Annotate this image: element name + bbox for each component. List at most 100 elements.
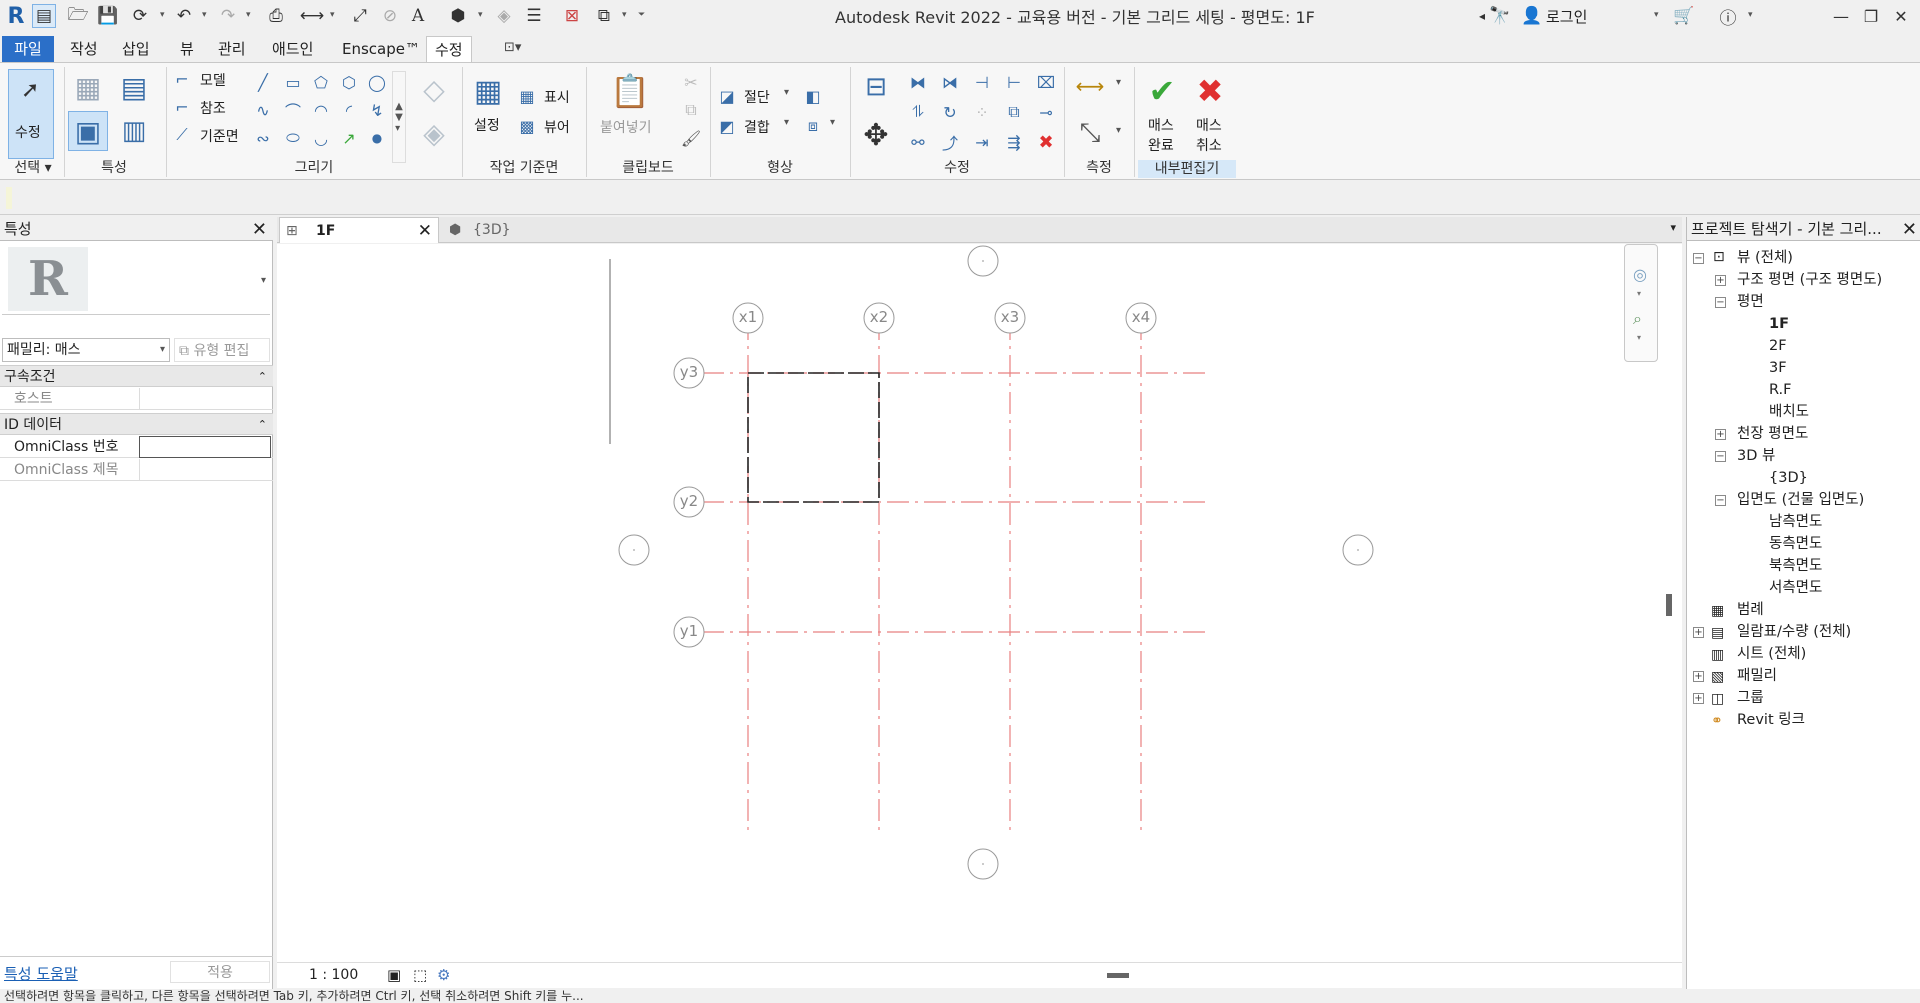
properties-close-icon[interactable]: ✕ (252, 218, 267, 242)
dimension-icon[interactable]: ⤡ (1070, 113, 1110, 153)
switch-windows-icon[interactable]: ⧉ (592, 4, 616, 28)
grid-label-y3[interactable]: y3 (676, 363, 702, 381)
tab-manage[interactable]: 관리 (210, 36, 254, 62)
tree-floor-plans[interactable]: 평면 (1737, 291, 1764, 313)
tab-create[interactable]: 작성 (62, 36, 106, 62)
finish-mass-icon[interactable]: ✔ (1142, 72, 1182, 110)
tree-expander[interactable]: + (1693, 693, 1704, 704)
finish-mass-label-2[interactable]: 완료 (1148, 135, 1174, 155)
tree-plan-2f[interactable]: 2F (1769, 335, 1787, 357)
tree-expander[interactable]: + (1693, 627, 1704, 638)
login-dropdown-icon[interactable]: ▾ (1654, 10, 1659, 20)
edit-type-button[interactable]: ⧉ 유형 편집 (174, 338, 270, 362)
tree-legends[interactable]: 범례 (1737, 599, 1764, 621)
tree-elev-north[interactable]: 북측면도 (1769, 555, 1822, 577)
tree-plan-1f[interactable]: 1F (1769, 313, 1789, 335)
cut-icon[interactable]: ✂ (680, 71, 702, 93)
tree-plan-rf[interactable]: R.F (1769, 379, 1792, 401)
minimize-icon[interactable]: — (1826, 4, 1856, 28)
open-icon[interactable]: 🗁 (66, 4, 90, 28)
wall-joins-dropdown-icon[interactable]: ▾ (830, 117, 835, 128)
collapse-icon[interactable]: ⌃ (258, 414, 267, 436)
user-icon[interactable]: 👤 (1520, 4, 1544, 28)
text-icon[interactable]: A (406, 4, 430, 28)
panel-select-label[interactable]: 선택 ▾ (4, 158, 62, 178)
join-geometry-dropdown-icon[interactable]: ▾ (784, 117, 789, 128)
align-icon[interactable]: ⊟ (856, 69, 896, 105)
help-icon[interactable]: ⓘ (1716, 4, 1740, 29)
redo-icon[interactable]: ↷ (216, 4, 240, 28)
scale-icon[interactable]: ⧉ (1002, 101, 1026, 123)
tree-groups[interactable]: 그룹 (1737, 687, 1764, 709)
tab-enscape[interactable]: Enscape™ (334, 36, 428, 62)
pin-icon[interactable]: ⊸ (1034, 101, 1058, 123)
qat-customize-icon[interactable]: ⏷ (638, 10, 645, 20)
tree-structural-plans[interactable]: 구조 평면 (구조 평면도) (1737, 269, 1882, 291)
tree-ceiling-plans[interactable]: 천장 평면도 (1737, 423, 1808, 445)
view-scale[interactable]: 1 : 100 (309, 967, 358, 983)
tree-sheets[interactable]: 시트 (전체) (1737, 643, 1806, 665)
offset-icon[interactable]: ⥮ (906, 101, 930, 123)
family-filter-select[interactable]: 패밀리: 매스 ▾ (2, 338, 170, 362)
tree-expander[interactable]: − (1715, 297, 1726, 308)
3d-view-icon[interactable]: ⬢ (446, 4, 470, 28)
binoculars-icon[interactable]: 🔭 (1488, 4, 1512, 28)
measure-icon[interactable]: ⟷ (300, 4, 324, 28)
tree-views-all[interactable]: 뷰 (전체) (1737, 247, 1793, 269)
match-properties-icon[interactable]: 🖌 (680, 127, 702, 149)
split-element-icon[interactable]: ⊣ (970, 71, 994, 93)
join-geometry-label[interactable]: 결합 (744, 117, 770, 137)
copy-icon[interactable]: ⧉ (680, 99, 702, 121)
tree-elev-west[interactable]: 서측면도 (1769, 577, 1822, 599)
login-label[interactable]: 로그인 (1546, 6, 1587, 27)
type-selector-dropdown-icon[interactable]: ▾ (261, 275, 266, 286)
grid-label-y2[interactable]: y2 (676, 492, 702, 510)
tree-families[interactable]: 패밀리 (1737, 665, 1777, 687)
3d-dropdown-icon[interactable]: ▾ (478, 10, 483, 20)
trim-extend-multiple-icon[interactable]: ⇶ (1002, 131, 1026, 153)
move-icon[interactable]: ✥ (856, 115, 896, 155)
grid-label-x3[interactable]: x3 (997, 308, 1023, 326)
section-icon[interactable]: ◈ (492, 4, 516, 28)
sync-icon[interactable]: ⟳ (128, 4, 152, 28)
grid-label-x4[interactable]: x4 (1128, 308, 1154, 326)
thin-lines-icon[interactable]: ☰ (522, 4, 546, 28)
apply-button[interactable]: 적용 (170, 961, 270, 983)
trim-extend-single-icon[interactable]: ⇥ (970, 131, 994, 153)
tree-elev-east[interactable]: 동측면도 (1769, 533, 1822, 555)
tree-expander[interactable]: + (1693, 671, 1704, 682)
tab-modify[interactable]: 수정 (426, 36, 472, 62)
properties-help-link[interactable]: 특성 도움말 (4, 963, 78, 984)
reference-plane-label[interactable]: 기준면 (200, 126, 239, 146)
ellipse-tool-icon[interactable]: ⬭ (282, 127, 304, 149)
section-id-data[interactable]: ID 데이터 ⌃ (0, 413, 273, 435)
tree-elev-south[interactable]: 남측면도 (1769, 511, 1822, 533)
unpin-icon[interactable]: ⌧ (1034, 71, 1058, 93)
grid-label-y1[interactable]: y1 (676, 622, 702, 640)
tree-expander[interactable]: + (1715, 275, 1726, 286)
center-arc-icon[interactable]: ◠ (310, 99, 332, 121)
start-end-arc-icon[interactable]: ⌒ (282, 99, 304, 121)
modify-button[interactable]: ➚ 수정 (8, 69, 54, 159)
workplane-set-label[interactable]: 설정 (474, 115, 500, 135)
rectangle-tool-icon[interactable]: ▭ (282, 71, 304, 93)
join-geometry-icon[interactable]: ◩ (716, 115, 738, 137)
view-tab-3d[interactable]: ⬢ {3D} (443, 217, 593, 243)
inscribed-polygon-icon[interactable]: ⬠ (310, 71, 332, 93)
fillet-arc-icon[interactable]: ↯ (366, 99, 388, 121)
spline-through-icon[interactable]: ∾ (252, 127, 274, 149)
measure-between-icon[interactable]: ⟷ (1070, 71, 1110, 101)
grid-label-x1[interactable]: x1 (735, 308, 761, 326)
tree-revit-links[interactable]: Revit 링크 (1737, 709, 1805, 731)
tab-addins[interactable]: 애드인 (264, 36, 321, 62)
zoom-dropdown-icon[interactable]: ▾ (1637, 333, 1641, 342)
tree-elevations[interactable]: 입면도 (건물 입면도) (1737, 489, 1864, 511)
section-constraints[interactable]: 구속조건 ⌃ (0, 365, 273, 387)
circumscribed-polygon-icon[interactable]: ⬡ (338, 71, 360, 93)
restore-icon[interactable]: ❐ (1856, 4, 1886, 28)
cut-geometry-icon[interactable]: ◪ (716, 85, 738, 107)
tree-3d-views[interactable]: 3D 뷰 (1737, 445, 1775, 467)
wall-joins-icon[interactable]: ⧈ (802, 115, 824, 137)
view-tabs-menu-icon[interactable]: ▾ (1670, 221, 1676, 234)
tab-view[interactable]: 뷰 (172, 36, 202, 62)
